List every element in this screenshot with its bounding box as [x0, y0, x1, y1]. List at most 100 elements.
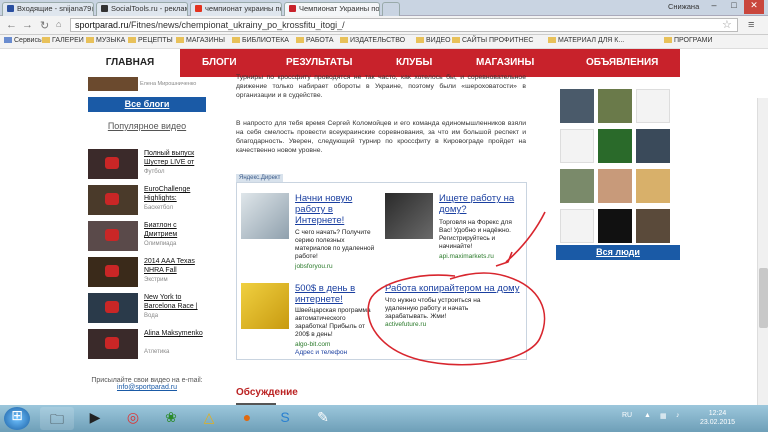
bookmark-star-icon[interactable]: ☆: [722, 18, 732, 31]
bookmark-item[interactable]: БИБЛИОТЕКА: [232, 37, 289, 44]
bookmark-item[interactable]: ВИДЕО: [416, 37, 451, 44]
yandex-direct-label[interactable]: Яндекс.Директ: [236, 174, 284, 182]
ad-item[interactable]: Начни новую работу в Интернете! С чего н…: [241, 193, 381, 273]
tray-arrow-icon[interactable]: ▲: [644, 412, 651, 419]
nav-ads[interactable]: ОБЪЯВЛЕНИЯ: [586, 57, 658, 68]
all-blogs-button[interactable]: Все блоги: [88, 97, 206, 112]
reload-icon[interactable]: ↻: [40, 19, 49, 32]
home-icon[interactable]: ⌂: [56, 19, 61, 29]
site-favicon-icon: [289, 5, 296, 12]
folder-icon: [340, 37, 348, 43]
page-scrollbar[interactable]: [757, 98, 768, 405]
bookmark-item[interactable]: ПРОГРАМИ: [664, 37, 713, 44]
contact-block: Присылайте свои видео на e-mail: info@sp…: [91, 377, 203, 391]
bookmark-item[interactable]: МУЗЫКА: [86, 37, 125, 44]
bookmark-item[interactable]: Сервисы: [4, 37, 43, 44]
apps-icon: [4, 37, 12, 43]
contact-email-link[interactable]: info@sportparad.ru: [117, 384, 177, 391]
video-item[interactable]: Биатлон с Дмитрием Олимпиада: [88, 221, 206, 255]
user-avatar-placeholder[interactable]: [636, 89, 670, 123]
forward-icon[interactable]: →: [22, 19, 33, 31]
discussion-heading: Обсуждение: [236, 387, 298, 398]
nav-blogs[interactable]: БЛОГИ: [202, 57, 237, 68]
ad-image: [241, 283, 289, 329]
maximize-icon[interactable]: □: [724, 0, 744, 14]
aimp-icon[interactable]: △: [192, 407, 226, 430]
video-thumbnail: [88, 329, 138, 359]
nav-home[interactable]: ГЛАВНАЯ: [80, 49, 180, 77]
url-input[interactable]: sportparad.ru/Fitnes/news/chempionat_ukr…: [70, 18, 738, 32]
close-icon[interactable]: ✕: [744, 0, 764, 14]
icq-icon[interactable]: ❀: [154, 407, 188, 430]
video-thumbnail: [88, 221, 138, 251]
network-icon[interactable]: ▦: [660, 412, 667, 420]
user-avatar[interactable]: [636, 169, 670, 203]
ad-item[interactable]: Ищете работу на дому? Торговля на Форекс…: [385, 193, 525, 273]
user-avatar[interactable]: [636, 129, 670, 163]
browser-tab-active[interactable]: Чемпионат Украины по ...: [284, 2, 380, 16]
socialtools-icon: [101, 5, 108, 12]
video-item[interactable]: New York to Barcelona Race | Вода: [88, 293, 206, 327]
user-avatar[interactable]: [598, 169, 632, 203]
browser-tab[interactable]: Входящие - snijana79@r...: [2, 2, 94, 16]
play-icon: [105, 193, 119, 205]
minimize-icon[interactable]: ‒: [704, 0, 724, 14]
profile-name[interactable]: Снижана: [668, 2, 699, 11]
bookmark-item[interactable]: МАГАЗИНЫ: [176, 37, 225, 44]
browser-tab[interactable]: SocialTools.ru - реклама...: [96, 2, 188, 16]
user-avatar-placeholder[interactable]: [560, 129, 594, 163]
ad-item[interactable]: 500$ в день в интернете! Швейцарская про…: [241, 283, 381, 359]
video-item[interactable]: EuroChallenge Highlights: Баскетбол: [88, 185, 206, 219]
bookmark-item[interactable]: РАБОТА: [296, 37, 334, 44]
folder-icon: [176, 37, 184, 43]
new-tab-button[interactable]: [382, 2, 400, 16]
user-avatar[interactable]: [598, 89, 632, 123]
bookmark-item[interactable]: МАТЕРИАЛ ДЛЯ К...: [548, 37, 624, 44]
author-avatar: [88, 77, 138, 91]
ad-item[interactable]: Работа копирайтером на дому Что нужно чт…: [385, 283, 525, 359]
paint-icon[interactable]: ✎: [306, 407, 340, 430]
user-avatar[interactable]: [560, 89, 594, 123]
bookmark-item[interactable]: ГАЛЕРЕИ: [42, 37, 84, 44]
all-people-button[interactable]: Вся люди: [556, 245, 680, 260]
media-player-icon[interactable]: ▶: [78, 407, 112, 430]
bookmark-item[interactable]: САЙТЫ ПРОФИТНЕС: [452, 37, 533, 44]
language-indicator[interactable]: RU: [622, 412, 632, 419]
video-item[interactable]: Alina Maksymenko Атлетика: [88, 329, 206, 363]
user-avatar[interactable]: [636, 209, 670, 243]
explorer-icon[interactable]: 🗀: [40, 407, 74, 430]
user-avatar[interactable]: [598, 129, 632, 163]
yandex-icon: [195, 5, 202, 12]
menu-icon[interactable]: ≡: [748, 19, 754, 31]
yandex-direct-block: Яндекс.Директ Начни новую работу в Интер…: [236, 174, 527, 360]
ad-image: [241, 193, 289, 239]
start-button[interactable]: ⊞: [4, 407, 30, 430]
play-icon: [105, 229, 119, 241]
system-clock[interactable]: 12:24 23.02.2015: [700, 409, 735, 427]
video-thumbnail: [88, 257, 138, 287]
chrome-icon[interactable]: ◎: [116, 407, 150, 430]
browser-tab[interactable]: чемпионат украины по к...: [190, 2, 282, 16]
bookmark-item[interactable]: РЕЦЕПТЫ: [128, 37, 173, 44]
bookmark-item[interactable]: ИЗДАТЕЛЬСТВО: [340, 37, 405, 44]
video-thumbnail: [88, 185, 138, 215]
volume-icon[interactable]: ♪: [676, 412, 680, 419]
back-icon[interactable]: ←: [6, 19, 17, 31]
folder-icon: [452, 37, 460, 43]
skype-icon[interactable]: S: [268, 407, 302, 430]
user-avatar-placeholder[interactable]: [560, 209, 594, 243]
user-avatar[interactable]: [598, 209, 632, 243]
scrollbar-thumb[interactable]: [759, 268, 768, 328]
video-item[interactable]: 2014 AAA Texas NHRA Fall Экстрим: [88, 257, 206, 291]
nav-shops[interactable]: МАГАЗИНЫ: [476, 57, 534, 68]
nav-clubs[interactable]: КЛУБЫ: [396, 57, 432, 68]
folder-icon: [86, 37, 94, 43]
nav-results[interactable]: РЕЗУЛЬТАТЫ: [286, 57, 352, 68]
author-name: Елена Мирошниченко: [140, 81, 197, 87]
article-paragraph: В напросто для тебя время Сергей Коломой…: [236, 120, 526, 154]
popular-video-heading[interactable]: Популярное видео: [88, 121, 206, 131]
user-avatar[interactable]: [560, 169, 594, 203]
firefox-icon[interactable]: ●: [230, 407, 264, 430]
video-item[interactable]: Полный выпуск Шустер LIVE от Футбол: [88, 149, 206, 183]
browser-tab-bar: Входящие - snijana79@r... SocialTools.ru…: [0, 0, 768, 16]
